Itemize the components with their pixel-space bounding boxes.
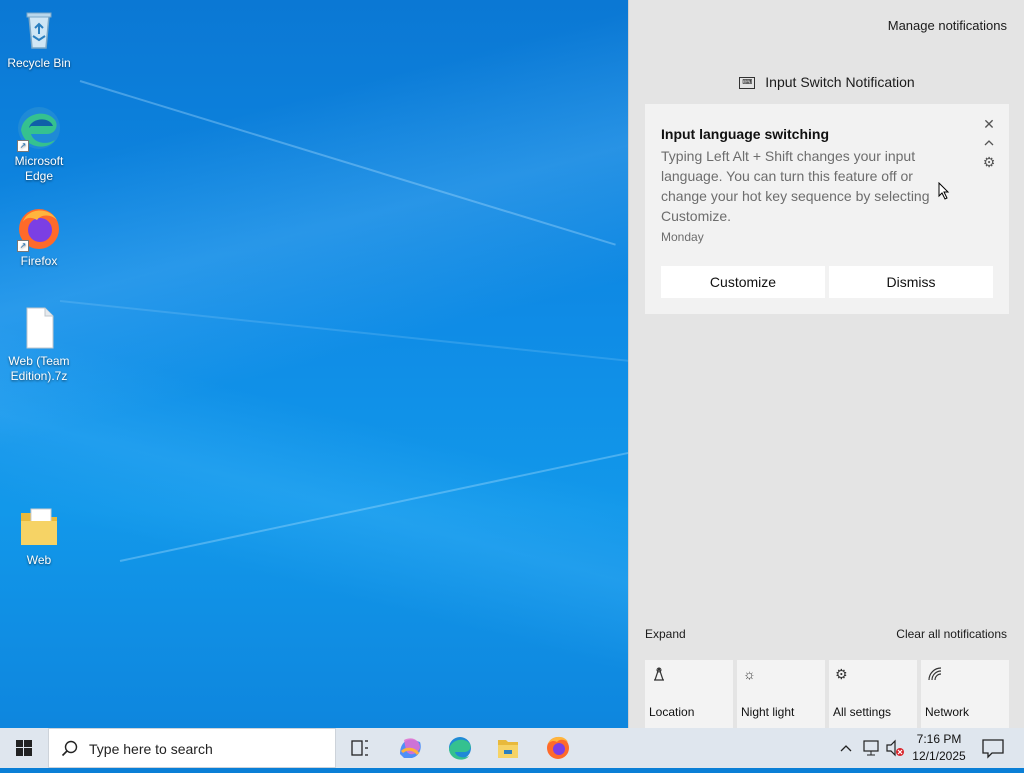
network-tray-icon (863, 740, 879, 756)
desktop-icon-archive[interactable]: Web (Team Edition).7z (3, 304, 75, 384)
quick-action-location[interactable]: Location (645, 660, 733, 728)
copilot-button[interactable] (386, 728, 434, 768)
notification-center-button[interactable] (976, 728, 1012, 768)
desktop-icon-label: Microsoft Edge (14, 154, 64, 183)
toast-body: Typing Left Alt + Shift changes your inp… (661, 148, 930, 224)
manage-notifications-link[interactable]: Manage notifications (888, 18, 1007, 33)
gear-icon[interactable]: ⚙ (981, 154, 997, 170)
start-button[interactable] (0, 728, 48, 768)
firefox-taskbar-button[interactable] (534, 728, 582, 768)
edge-icon: ↗ (15, 104, 63, 152)
chevron-up-icon[interactable] (981, 136, 997, 152)
quick-action-label: All settings (833, 705, 892, 719)
customize-button[interactable]: Customize (661, 266, 825, 298)
notification-group-header: ⌨ Input Switch Notification (629, 74, 1024, 90)
volume-muted-icon (886, 739, 904, 757)
quick-action-night-light[interactable]: ☼ Night light (737, 660, 825, 728)
action-center-panel: Manage notifications ⌨ Input Switch Notif… (628, 0, 1024, 728)
show-hidden-icons-button[interactable] (836, 728, 856, 768)
search-placeholder: Type here to search (89, 741, 213, 757)
wallpaper-ray (59, 300, 628, 363)
settings-icon: ⚙ (835, 666, 848, 682)
quick-action-label: Location (649, 705, 695, 719)
edge-taskbar-button[interactable] (436, 728, 484, 768)
desktop: Recycle Bin ↗ Microsoft Edge ↗ Firefox W… (0, 0, 628, 728)
location-icon (651, 666, 669, 684)
windows-logo-icon (16, 740, 32, 756)
file-icon (15, 304, 63, 352)
close-icon[interactable]: ✕ (981, 116, 997, 132)
desktop-icon-label: Firefox (20, 254, 58, 268)
keyboard-icon: ⌨ (739, 77, 756, 90)
desktop-icon-label: Web (Team Edition).7z (8, 354, 70, 383)
chevron-up-icon (840, 745, 852, 752)
expand-link[interactable]: Expand (645, 627, 686, 641)
mouse-cursor-icon (938, 181, 950, 200)
notification-icon (982, 739, 1004, 759)
quick-action-network[interactable]: Network (921, 660, 1009, 728)
desktop-icon-edge[interactable]: ↗ Microsoft Edge (3, 104, 75, 184)
night-light-icon: ☼ (743, 666, 756, 682)
taskbar: Type here to search 7:16 PM 12/1/2025 (0, 728, 1024, 768)
file-explorer-button[interactable] (484, 728, 532, 768)
toast-title: Input language switching (661, 126, 829, 142)
notification-toast[interactable]: Input language switching Typing Left Alt… (645, 104, 1009, 314)
wallpaper-ray (79, 80, 616, 246)
quick-action-label: Network (925, 705, 970, 719)
desktop-icon-recycle-bin[interactable]: Recycle Bin (3, 6, 75, 71)
recycle-bin-icon (15, 6, 63, 54)
network-tray-button[interactable] (860, 728, 884, 768)
clock-time: 7:16 PM (916, 732, 962, 746)
firefox-icon (547, 736, 569, 759)
search-icon (61, 740, 78, 757)
network-icon (927, 666, 945, 684)
clock-date: 12/1/2025 (912, 749, 966, 763)
file-explorer-icon (498, 740, 518, 758)
toast-timestamp: Monday (661, 230, 704, 244)
dismiss-button[interactable]: Dismiss (829, 266, 993, 298)
desktop-icon-firefox[interactable]: ↗ Firefox (3, 204, 75, 269)
folder-icon (15, 503, 63, 551)
notification-group-title: Input Switch Notification (765, 74, 915, 90)
task-view-icon (351, 740, 368, 756)
desktop-icon-label: Recycle Bin (7, 56, 71, 70)
firefox-icon: ↗ (15, 204, 63, 252)
wallpaper-ray (119, 451, 628, 562)
edge-icon (449, 737, 471, 760)
desktop-icon-web-folder[interactable]: Web (3, 503, 75, 568)
desktop-icon-label: Web (26, 553, 52, 567)
clear-all-notifications-link[interactable]: Clear all notifications (896, 627, 1007, 641)
quick-action-label: Night light (741, 705, 795, 719)
copilot-icon (400, 738, 421, 758)
quick-action-all-settings[interactable]: ⚙ All settings (829, 660, 917, 728)
search-box[interactable]: Type here to search (48, 728, 336, 768)
taskbar-clock[interactable]: 7:16 PM 12/1/2025 (904, 731, 974, 765)
task-view-button[interactable] (336, 728, 384, 768)
volume-tray-button[interactable] (884, 728, 906, 768)
